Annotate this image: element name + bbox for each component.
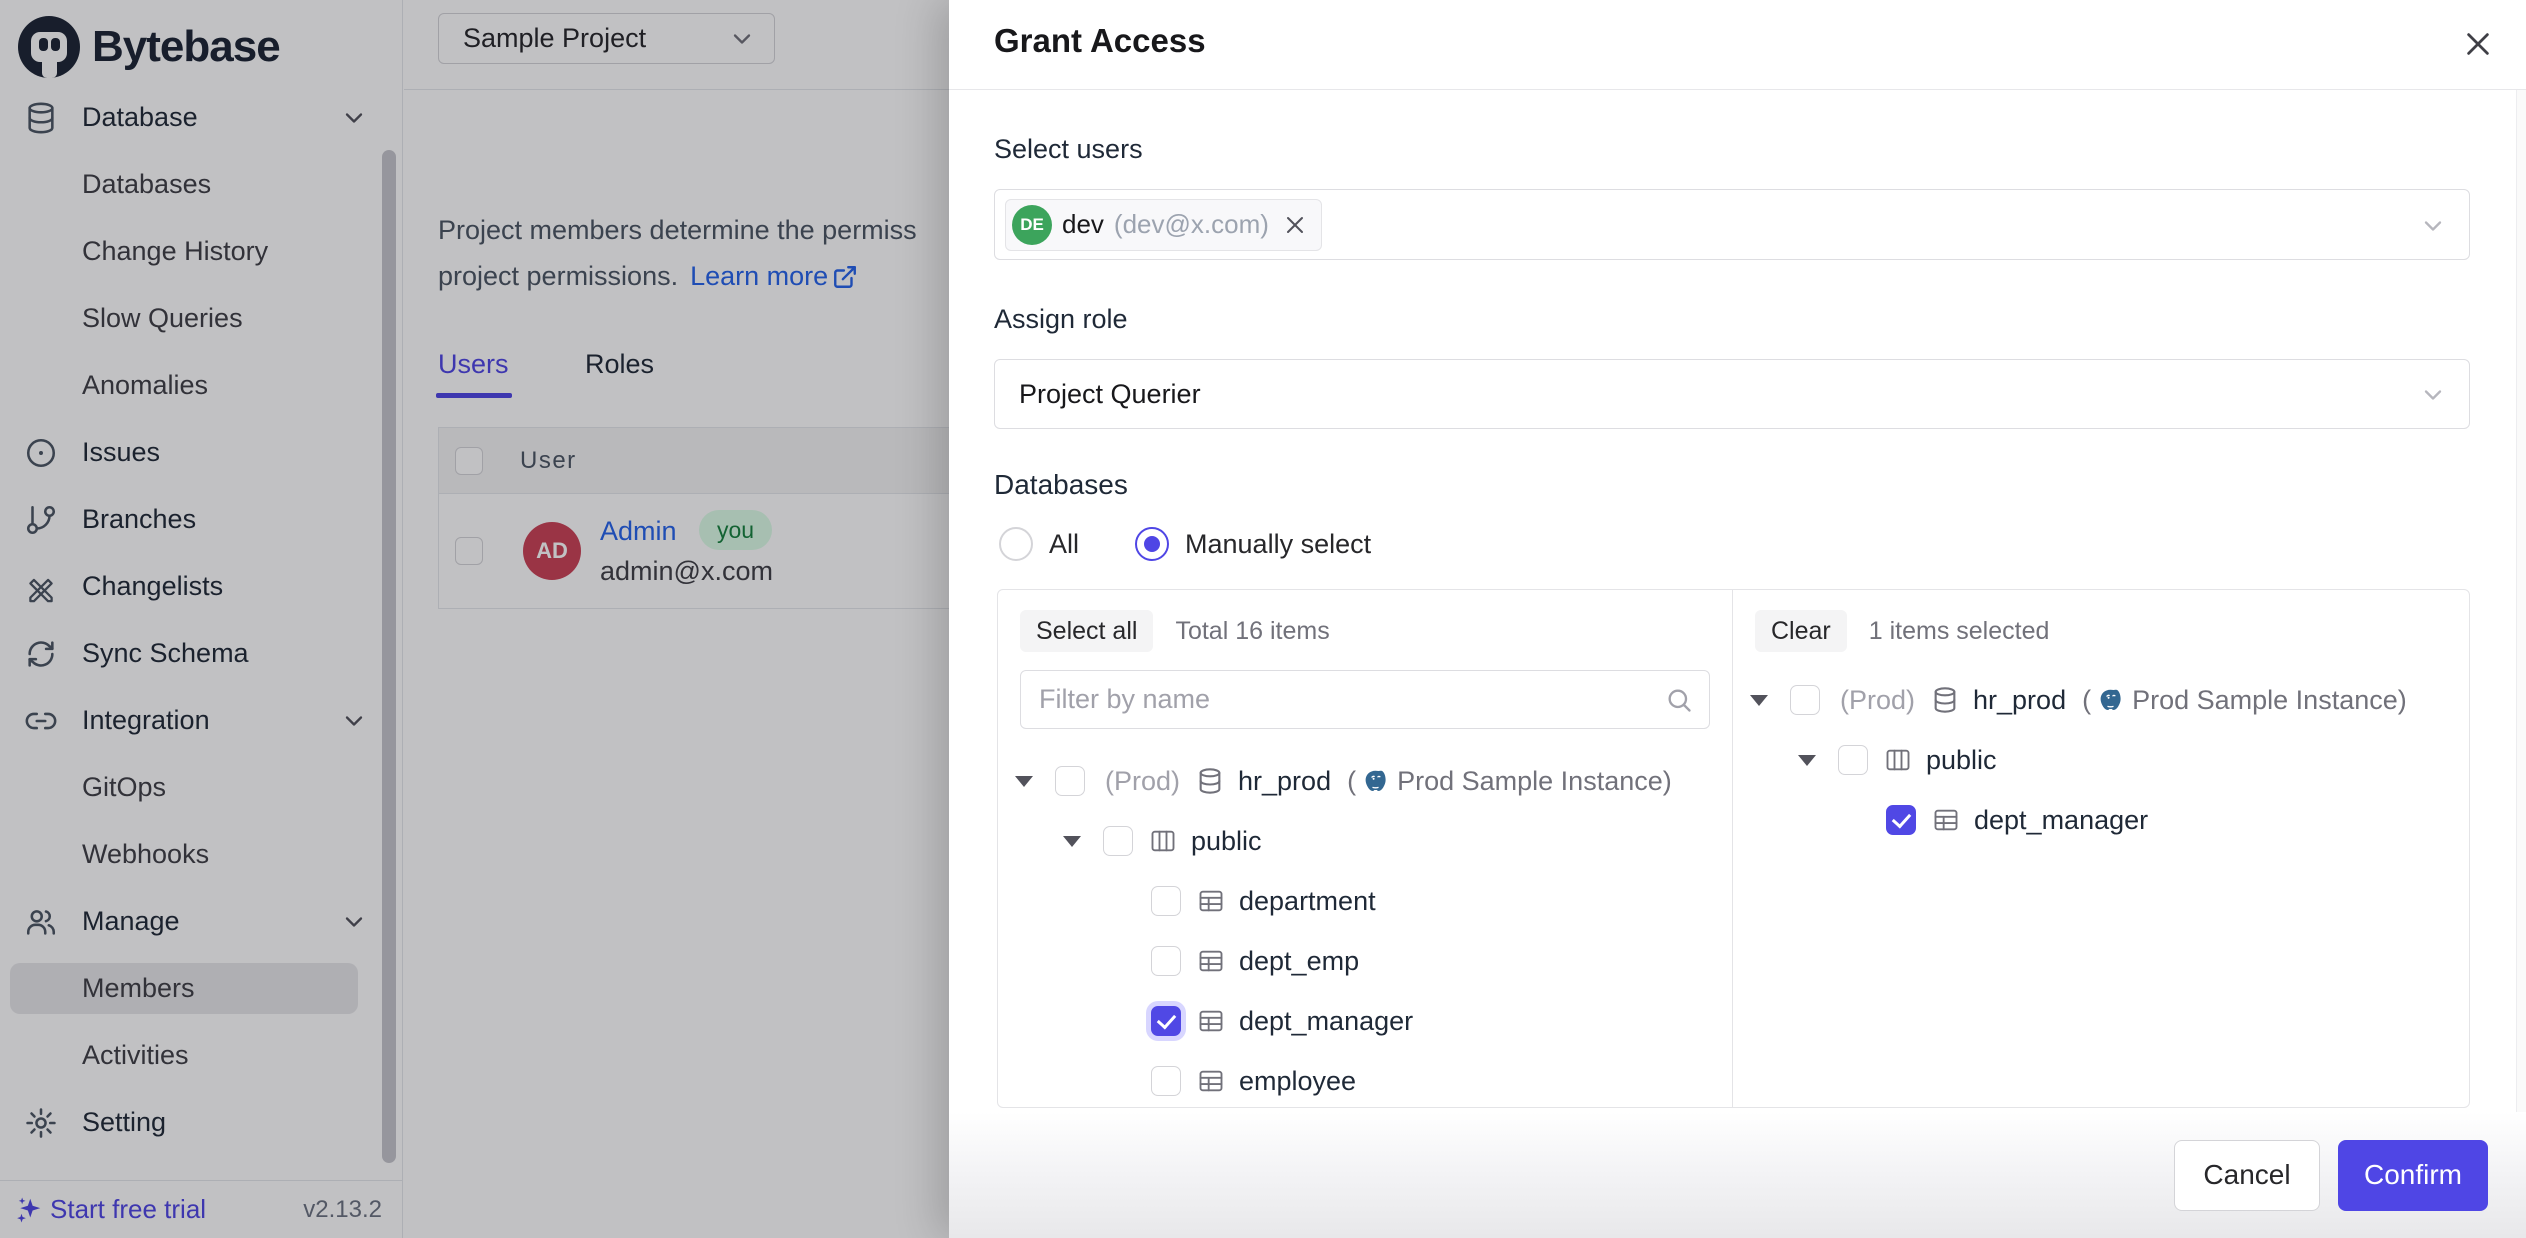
schema-icon bbox=[1149, 827, 1177, 855]
database-transfer-panels: Select all Total 16 items (Prod)hr_prod(… bbox=[997, 589, 2470, 1108]
select-users-input[interactable]: DE dev (dev@x.com) bbox=[994, 189, 2470, 260]
environment-label: (Prod) bbox=[1105, 766, 1180, 797]
assign-role-label: Assign role bbox=[994, 304, 2470, 335]
select-users-label: Select users bbox=[994, 134, 2470, 165]
table-icon bbox=[1197, 1067, 1225, 1095]
table-icon bbox=[1932, 806, 1960, 834]
search-icon bbox=[1665, 686, 1693, 714]
avatar: DE bbox=[1012, 205, 1052, 245]
confirm-button[interactable]: Confirm bbox=[2338, 1140, 2488, 1211]
chip-user-email: (dev@x.com) bbox=[1114, 209, 1269, 240]
tree-node-name: dept_manager bbox=[1974, 805, 2148, 836]
database-icon bbox=[1931, 686, 1959, 714]
filter-input-wrap bbox=[1020, 670, 1710, 729]
postgresql-icon bbox=[2097, 687, 2124, 714]
database-scope-radios: All Manually select bbox=[994, 527, 2470, 561]
tree-row-dept_manager[interactable]: dept_manager bbox=[1733, 790, 2469, 850]
close-icon[interactable] bbox=[2458, 24, 2498, 64]
tree-checkbox-hr_prod[interactable] bbox=[1790, 685, 1820, 715]
schema-icon bbox=[1884, 746, 1912, 774]
tree-row-public[interactable]: public bbox=[1733, 730, 2469, 790]
tree-node-name: dept_emp bbox=[1239, 946, 1359, 977]
remove-user-icon[interactable] bbox=[1283, 213, 1307, 237]
tree-expand-caret[interactable] bbox=[1798, 755, 1838, 766]
select-all-button[interactable]: Select all bbox=[1020, 610, 1153, 652]
tree-expand-caret[interactable] bbox=[1015, 776, 1055, 787]
tree-checkbox-hr_prod[interactable] bbox=[1055, 766, 1085, 796]
tree-node-name: dept_manager bbox=[1239, 1006, 1413, 1037]
instance-name: Prod Sample Instance) bbox=[2132, 685, 2407, 716]
tree-node-name: employee bbox=[1239, 1066, 1356, 1097]
chip-user-name: dev bbox=[1062, 209, 1104, 240]
chevron-down-icon bbox=[2419, 381, 2447, 409]
selected-panel-header: Clear 1 items selected bbox=[1733, 590, 2469, 652]
source-panel-header: Select all Total 16 items bbox=[998, 590, 1732, 652]
tree-row-employee[interactable]: employee bbox=[998, 1051, 1732, 1108]
radio-manually-select[interactable] bbox=[1135, 527, 1169, 561]
role-select[interactable]: Project Querier bbox=[994, 359, 2470, 429]
environment-label: (Prod) bbox=[1840, 685, 1915, 716]
drawer-body: Select users DE dev (dev@x.com) Assign r… bbox=[949, 90, 2526, 1112]
tree-node-name: hr_prod bbox=[1238, 766, 1331, 797]
instance-open-paren: ( bbox=[1347, 766, 1356, 797]
grant-access-drawer: Grant Access Select users DE dev (dev@x.… bbox=[949, 0, 2526, 1238]
tree-node-name: hr_prod bbox=[1973, 685, 2066, 716]
instance-open-paren: ( bbox=[2082, 685, 2091, 716]
instance-name: Prod Sample Instance) bbox=[1397, 766, 1672, 797]
tree-expand-caret[interactable] bbox=[1063, 836, 1103, 847]
filter-input[interactable] bbox=[1021, 684, 1709, 715]
tree-row-department[interactable]: department bbox=[998, 871, 1732, 931]
tree-row-hr_prod[interactable]: (Prod) hr_prod ( Prod Sample Instance) bbox=[1733, 670, 2469, 730]
table-icon bbox=[1197, 1007, 1225, 1035]
total-items-count: Total 16 items bbox=[1175, 617, 1329, 646]
screen: Bytebase DatabaseDatabasesChange History… bbox=[0, 0, 2526, 1238]
role-select-value: Project Querier bbox=[1019, 379, 1201, 410]
tree-node-name: public bbox=[1191, 826, 1262, 857]
table-icon bbox=[1197, 887, 1225, 915]
drawer-header: Grant Access bbox=[949, 0, 2526, 90]
table-icon bbox=[1197, 947, 1225, 975]
selected-user-chip: DE dev (dev@x.com) bbox=[1005, 199, 1322, 251]
tree-checkbox-dept_manager[interactable] bbox=[1151, 1006, 1181, 1036]
radio-all-label: All bbox=[1049, 529, 1079, 560]
tree-node-name: public bbox=[1926, 745, 1997, 776]
database-icon bbox=[1196, 767, 1224, 795]
tree-node-name: department bbox=[1239, 886, 1376, 917]
clear-button[interactable]: Clear bbox=[1755, 610, 1847, 652]
selected-tree: (Prod) hr_prod ( Prod Sample Instance) publi… bbox=[1733, 670, 2469, 850]
tree-row-dept_manager[interactable]: dept_manager bbox=[998, 991, 1732, 1051]
tree-row-hr_prod[interactable]: (Prod) hr_prod ( Prod Sample Instance) bbox=[998, 751, 1732, 811]
tree-checkbox-dept_emp[interactable] bbox=[1151, 946, 1181, 976]
tree-row-public[interactable]: public bbox=[998, 811, 1732, 871]
tree-row-dept_emp[interactable]: dept_emp bbox=[998, 931, 1732, 991]
radio-all[interactable] bbox=[999, 527, 1033, 561]
tree-checkbox-dept_manager[interactable] bbox=[1886, 805, 1916, 835]
tree-checkbox-employee[interactable] bbox=[1151, 1066, 1181, 1096]
databases-label: Databases bbox=[994, 469, 2470, 501]
cancel-button[interactable]: Cancel bbox=[2174, 1140, 2320, 1211]
selected-items-count: 1 items selected bbox=[1869, 617, 2050, 646]
tree-checkbox-department[interactable] bbox=[1151, 886, 1181, 916]
source-tree: (Prod) hr_prod ( Prod Sample Instance) publi… bbox=[998, 751, 1732, 1108]
tree-checkbox-public[interactable] bbox=[1838, 745, 1868, 775]
postgresql-icon bbox=[1362, 768, 1389, 795]
selected-panel: Clear 1 items selected (Prod)hr_prod(Pro… bbox=[1733, 590, 2469, 1107]
tree-expand-caret[interactable] bbox=[1750, 695, 1790, 706]
source-panel: Select all Total 16 items (Prod)hr_prod(… bbox=[998, 590, 1733, 1107]
drawer-footer: Cancel Confirm bbox=[949, 1112, 2526, 1238]
tree-checkbox-public[interactable] bbox=[1103, 826, 1133, 856]
radio-manual-label: Manually select bbox=[1185, 529, 1371, 560]
drawer-title: Grant Access bbox=[994, 22, 1206, 60]
chevron-down-icon[interactable] bbox=[2419, 212, 2447, 240]
